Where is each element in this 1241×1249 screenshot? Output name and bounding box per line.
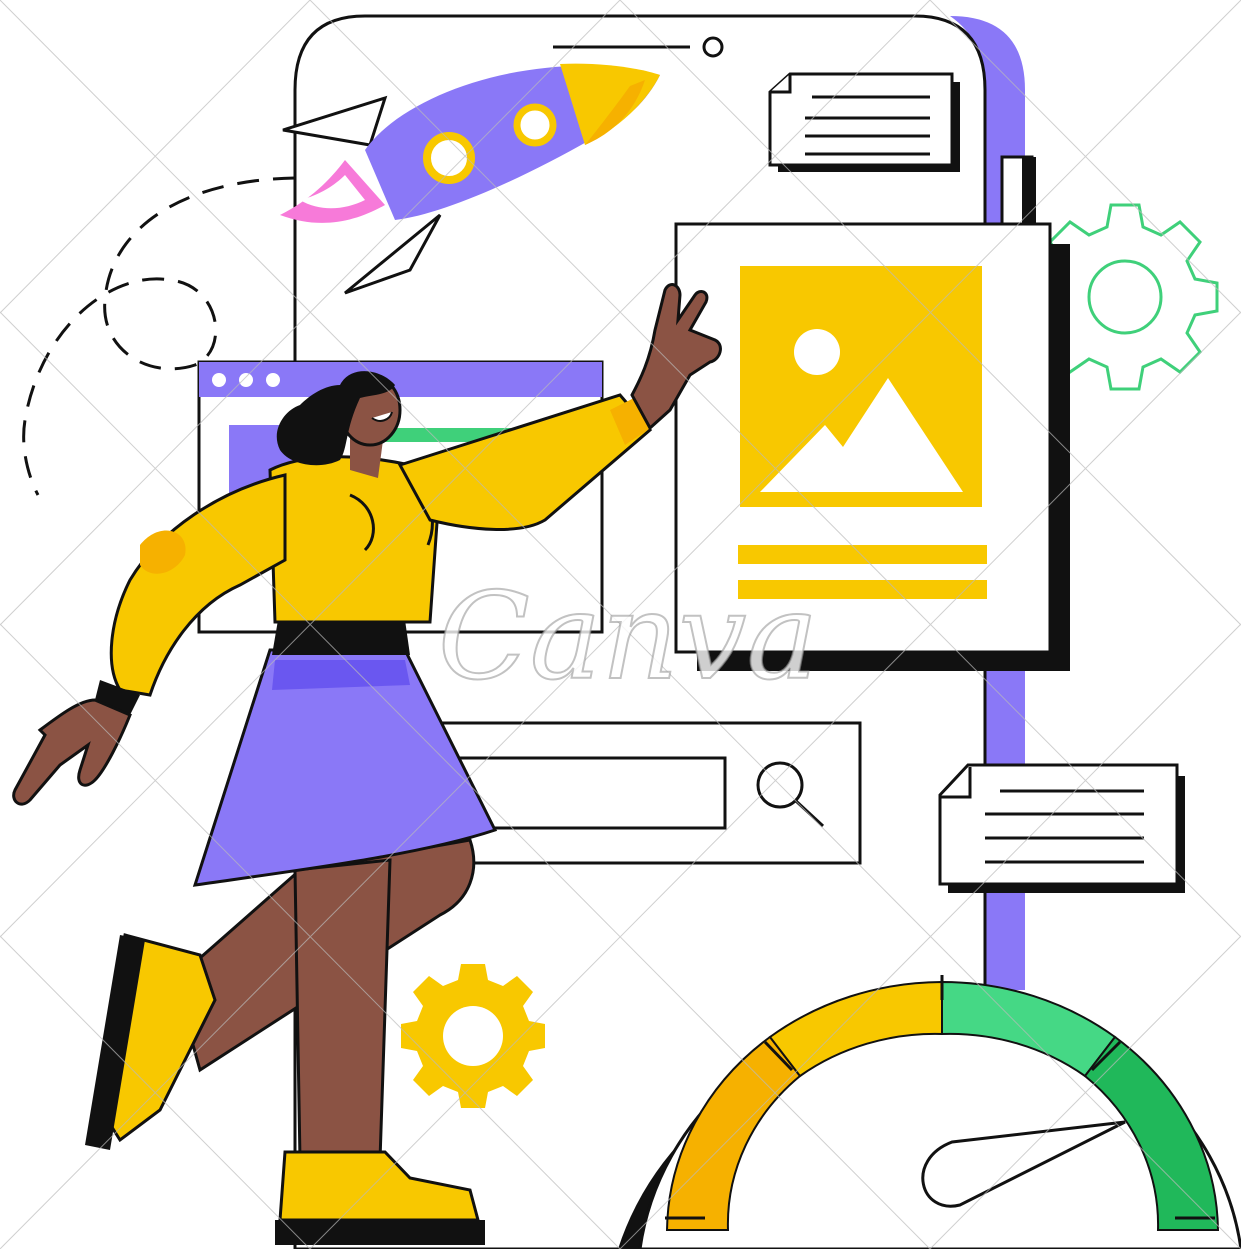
search-bar: [418, 721, 862, 865]
hand: [12, 698, 132, 806]
note-card-right: [938, 763, 1185, 893]
window-dot: [239, 373, 253, 387]
illustration-canvas: Canva: [0, 0, 1241, 1249]
watermark-text: Canva: [438, 568, 818, 707]
rocket-porthole: [513, 103, 557, 147]
note-card-top: [768, 72, 960, 172]
window-dot: [212, 373, 226, 387]
rocket-porthole: [423, 132, 475, 184]
window-dot: [266, 373, 280, 387]
image-placeholder-icon: [740, 266, 982, 507]
camera-dot: [702, 36, 724, 58]
text-line: [738, 545, 987, 564]
search-field: [448, 756, 727, 830]
gear-icon: [401, 964, 545, 1108]
